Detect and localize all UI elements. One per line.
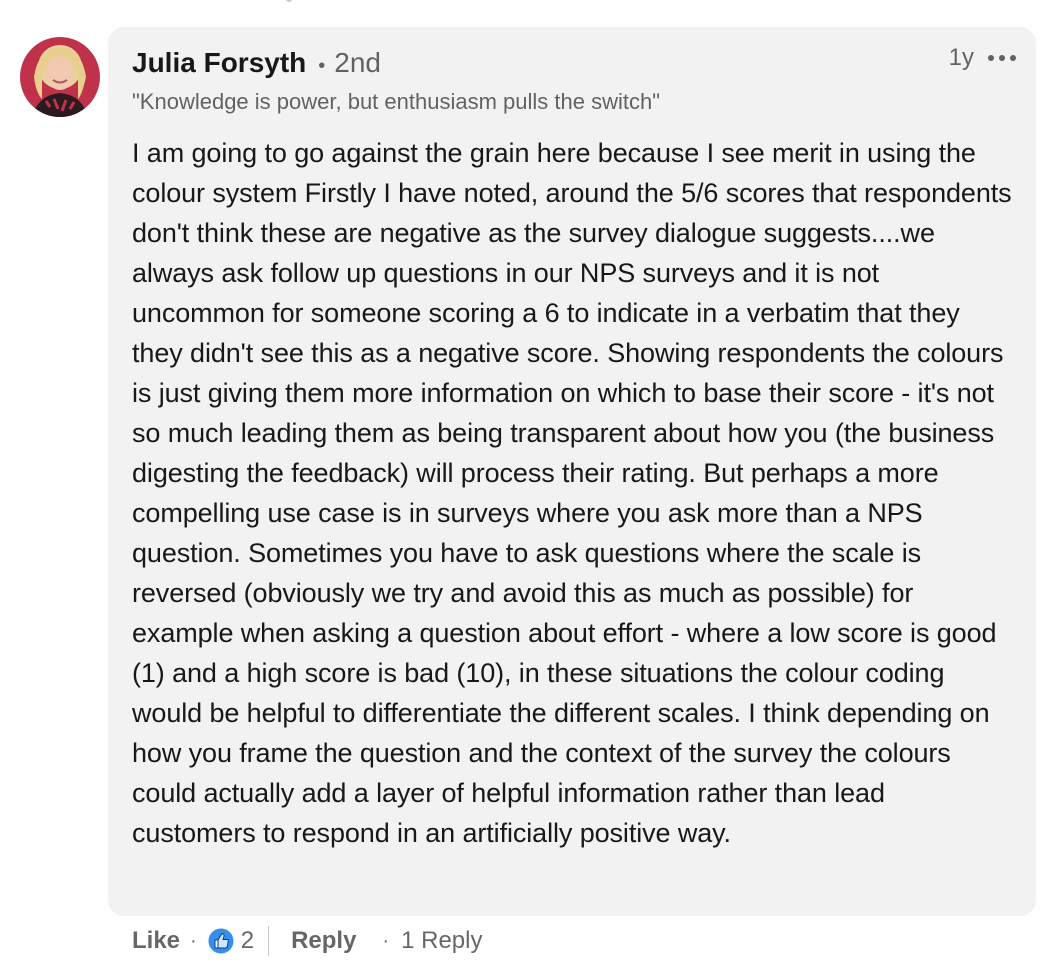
reaction-count[interactable]: 2	[241, 927, 254, 955]
comment-actions: Like · 2 Reply · 1 Reply	[132, 923, 482, 959]
replies-count-link[interactable]: 1 Reply	[401, 927, 482, 955]
author-name[interactable]: Julia Forsyth	[132, 47, 306, 79]
comment-text: I am going to go against the grain here …	[132, 138, 1012, 848]
more-options-button[interactable]	[984, 46, 1020, 70]
actions-divider	[268, 926, 270, 956]
replies-separator: ·	[382, 929, 390, 952]
action-separator: ·	[190, 929, 197, 952]
ellipsis-icon	[988, 55, 1016, 61]
degree-separator: •	[318, 55, 326, 77]
profile-photo-icon	[20, 37, 100, 117]
reply-button[interactable]: Reply	[291, 927, 356, 955]
author-row: Julia Forsyth • 2nd	[132, 47, 381, 79]
previous-comment-fragment	[286, 0, 292, 2]
comment-meta: 1y	[949, 44, 1020, 72]
comment-timestamp: 1y	[948, 44, 974, 71]
author-avatar[interactable]	[20, 37, 100, 117]
like-reaction-icon[interactable]	[207, 927, 235, 955]
comment-bubble: Julia Forsyth • 2nd 1y "Knowledge is pow…	[108, 27, 1036, 916]
author-headline: "Knowledge is power, but enthusiasm pull…	[132, 89, 661, 114]
connection-degree: 2nd	[334, 47, 381, 78]
like-button[interactable]: Like	[132, 927, 180, 955]
